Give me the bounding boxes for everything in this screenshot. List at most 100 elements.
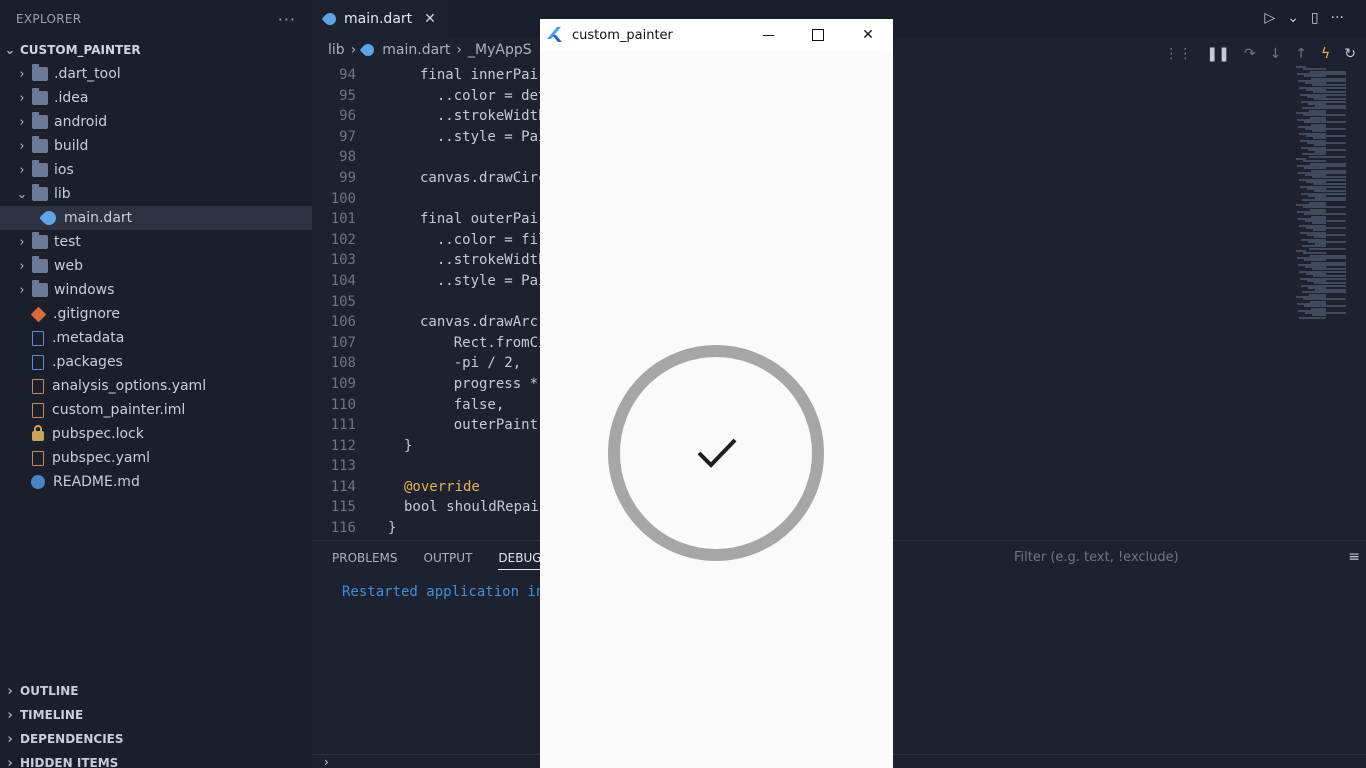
more-actions-icon[interactable]: ··· bbox=[1331, 10, 1344, 26]
line-number: 115 bbox=[330, 499, 356, 516]
info-icon bbox=[31, 475, 45, 489]
minimap-line bbox=[1308, 148, 1346, 151]
tab-problems[interactable]: PROBLEMS bbox=[332, 551, 398, 565]
minimize-button[interactable] bbox=[743, 19, 793, 51]
line-number: 102 bbox=[330, 231, 356, 248]
run-controls: ▷ ⌄ ▯ ··· bbox=[1264, 10, 1344, 26]
line-number: 95 bbox=[339, 87, 356, 104]
minimap-line bbox=[1309, 155, 1346, 158]
app-titlebar[interactable]: custom_painter ✕ bbox=[540, 19, 893, 51]
tree-item-main-dart[interactable]: main.dart bbox=[0, 206, 312, 230]
tree-item-label: .metadata bbox=[52, 330, 125, 346]
section-outline[interactable]: › OUTLINE bbox=[0, 679, 312, 703]
debug-toolbar: ⋮⋮ ❚❚ ↷ ↓ ↑ ϟ ↻ bbox=[1164, 46, 1356, 62]
vscode-window: EXPLORER ··· ⌄ CUSTOM_PAINTER › .dart_to… bbox=[0, 0, 1366, 768]
more-actions-icon[interactable]: ··· bbox=[278, 10, 296, 29]
line-number: 103 bbox=[330, 252, 356, 269]
minimap-line bbox=[1299, 316, 1326, 319]
line-number: 98 bbox=[339, 149, 356, 166]
step-over-icon[interactable]: ↷ bbox=[1244, 46, 1256, 62]
minimap[interactable] bbox=[1288, 66, 1366, 326]
tree-item-pubspec-yaml[interactable]: pubspec.yaml bbox=[0, 446, 312, 470]
hot-reload-icon[interactable]: ϟ bbox=[1321, 46, 1330, 62]
line-number: 99 bbox=[339, 169, 356, 186]
section-dependencies[interactable]: › DEPENDENCIES bbox=[0, 727, 312, 751]
tree-item-test[interactable]: › test bbox=[0, 230, 312, 254]
tree-item-custom-painter-iml[interactable]: custom_painter.iml bbox=[0, 398, 312, 422]
tree-item-idea[interactable]: › .idea bbox=[0, 86, 312, 110]
tree-item-web[interactable]: › web bbox=[0, 254, 312, 278]
chevron-right-icon: › bbox=[324, 755, 329, 768]
section-hidden-items[interactable]: › HIDDEN ITEMS bbox=[0, 751, 312, 768]
close-button[interactable]: ✕ bbox=[843, 19, 893, 51]
tree-item-analysis-options[interactable]: analysis_options.yaml bbox=[0, 374, 312, 398]
tree-item-label: pubspec.lock bbox=[52, 426, 144, 442]
test-folder-icon bbox=[32, 232, 48, 249]
step-into-icon[interactable]: ↓ bbox=[1270, 46, 1282, 62]
tree-item-gitignore[interactable]: .gitignore bbox=[0, 302, 312, 326]
yaml-file-icon bbox=[32, 378, 44, 394]
breadcrumb-item[interactable]: lib bbox=[328, 42, 345, 58]
chevron-right-icon: › bbox=[19, 282, 25, 298]
tab-main-dart[interactable]: main.dart ✕ bbox=[312, 0, 448, 38]
tree-item-lib[interactable]: ⌄ lib bbox=[0, 182, 312, 206]
section-label: OUTLINE bbox=[20, 684, 79, 698]
tree-item-label: custom_painter.iml bbox=[52, 402, 186, 418]
code-text: ..color = det bbox=[420, 87, 547, 104]
tree-item-label: .packages bbox=[52, 354, 123, 370]
build-folder-icon bbox=[32, 136, 48, 153]
maximize-button[interactable] bbox=[793, 19, 843, 51]
close-icon[interactable]: ✕ bbox=[424, 11, 436, 27]
tree-item-label: ios bbox=[54, 162, 74, 178]
tree-item-ios[interactable]: › ios bbox=[0, 158, 312, 182]
chevron-right-icon: › bbox=[350, 42, 357, 58]
code-text: -pi / 2, bbox=[420, 355, 522, 372]
chevron-down-icon[interactable]: ⌄ bbox=[1287, 10, 1299, 26]
tree-item-pubspec-lock[interactable]: pubspec.lock bbox=[0, 422, 312, 446]
tree-item-label: main.dart bbox=[64, 210, 133, 226]
breadcrumb-item[interactable]: main.dart bbox=[382, 42, 450, 58]
tree-item-windows[interactable]: › windows bbox=[0, 278, 312, 302]
explorer-sidebar: EXPLORER ··· ⌄ CUSTOM_PAINTER › .dart_to… bbox=[0, 0, 312, 768]
tree-item-label: windows bbox=[54, 282, 115, 298]
line-number: 113 bbox=[330, 458, 356, 475]
line-number: 104 bbox=[330, 272, 356, 289]
filter-input[interactable]: Filter (e.g. text, !exclude) bbox=[1014, 550, 1179, 565]
drag-handle-icon[interactable]: ⋮⋮ bbox=[1164, 46, 1192, 62]
chevron-right-icon: › bbox=[19, 114, 25, 130]
tree-item-dart-tool[interactable]: › .dart_tool bbox=[0, 62, 312, 86]
tab-output[interactable]: OUTPUT bbox=[424, 551, 473, 565]
line-number: 108 bbox=[330, 355, 356, 372]
tree-item-label: lib bbox=[54, 186, 71, 202]
tree-item-android[interactable]: › android bbox=[0, 110, 312, 134]
step-out-icon[interactable]: ↑ bbox=[1295, 46, 1307, 62]
line-number: 105 bbox=[330, 293, 356, 310]
code-text: ..style = Pai bbox=[420, 272, 547, 289]
minimap-line bbox=[1307, 233, 1346, 236]
tree-item-metadata[interactable]: .metadata bbox=[0, 326, 312, 350]
device-icon[interactable]: ▯ bbox=[1311, 10, 1319, 26]
tree-item-readme[interactable]: README.md bbox=[0, 470, 312, 494]
file-icon bbox=[32, 354, 44, 370]
iml-file-icon bbox=[32, 402, 44, 418]
ios-folder-icon bbox=[32, 160, 48, 177]
folder-icon bbox=[32, 88, 48, 105]
menu-icon[interactable]: ≡ bbox=[1348, 549, 1360, 565]
project-root[interactable]: ⌄ CUSTOM_PAINTER bbox=[0, 38, 312, 62]
play-icon[interactable]: ▷ bbox=[1264, 10, 1275, 26]
code-text: ..color = fil bbox=[420, 231, 547, 248]
restart-icon[interactable]: ↻ bbox=[1344, 46, 1356, 62]
line-number: 94 bbox=[339, 67, 356, 83]
tree-item-build[interactable]: › build bbox=[0, 134, 312, 158]
code-text: ..strokeWidth bbox=[420, 252, 547, 269]
pause-icon[interactable]: ❚❚ bbox=[1206, 46, 1229, 62]
tab-label: main.dart bbox=[344, 11, 413, 27]
app-canvas bbox=[540, 51, 893, 768]
minimap-line bbox=[1307, 141, 1346, 144]
tree-item-label: test bbox=[54, 234, 81, 250]
tree-item-packages[interactable]: .packages bbox=[0, 350, 312, 374]
breadcrumb-item[interactable]: _MyAppS bbox=[468, 42, 532, 58]
section-timeline[interactable]: › TIMELINE bbox=[0, 703, 312, 727]
code-text: false, bbox=[420, 396, 505, 413]
